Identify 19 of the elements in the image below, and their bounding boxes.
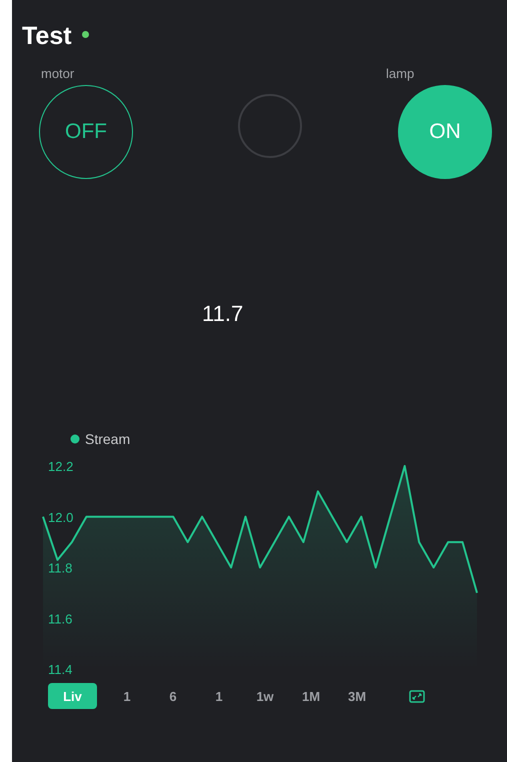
legend-dot	[70, 434, 80, 444]
fullscreen-icon[interactable]	[409, 690, 425, 702]
range-tab[interactable]: 1M	[289, 683, 333, 709]
toggle-button[interactable]: OFF	[39, 85, 133, 179]
range-tab[interactable]: 1	[197, 683, 241, 709]
range-tab[interactable]: 3M	[335, 683, 379, 709]
value-display: 11.7	[202, 301, 244, 328]
y-tick-label: 12.0	[48, 510, 74, 525]
y-tick-label: 11.6	[48, 611, 72, 626]
widget-label: lamp	[385, 66, 416, 81]
legend-label: Stream	[85, 431, 130, 447]
range-tab[interactable]: 6	[151, 683, 195, 709]
y-tick-label: 11.4	[48, 662, 72, 677]
project-title: Test	[22, 22, 72, 50]
widget-label: motor	[40, 66, 76, 81]
y-tick-label: 12.2	[48, 459, 74, 474]
range-tab[interactable]: 1w	[243, 683, 287, 709]
range-tab[interactable]: 1	[105, 683, 149, 709]
y-tick-label: 11.8	[48, 560, 72, 576]
